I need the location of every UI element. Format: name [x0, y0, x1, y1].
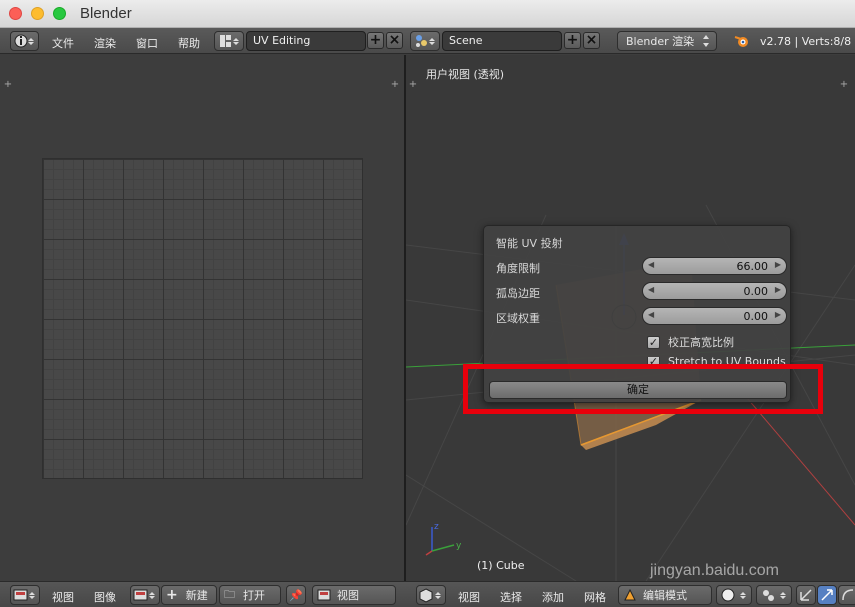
add-scene-icon[interactable]: + [564, 32, 581, 49]
3d-menu-view[interactable]: 视图 [458, 589, 480, 605]
island-margin-value: 0.00 [743, 285, 769, 298]
dropdown-arrows-icon [703, 35, 709, 47]
pivot-point-icon [763, 590, 786, 601]
new-image-label: 新建 [185, 589, 208, 602]
new-image-button[interactable]: + 新建 [161, 585, 217, 605]
angle-limit-value: 66.00 [736, 260, 769, 273]
window-title: Blender [80, 5, 132, 22]
translate-arrow-icon [821, 589, 833, 601]
open-image-label: 打开 [243, 589, 265, 602]
pivot-dropdown[interactable] [756, 585, 792, 605]
svg-text:y: y [456, 541, 462, 551]
pin-icon: 📌 [289, 588, 303, 602]
info-icon [14, 34, 34, 48]
increment-arrow-icon[interactable]: ▶ [775, 310, 781, 319]
uv-editor-type-button[interactable] [10, 585, 40, 605]
correct-aspect-label: 校正高宽比例 [668, 336, 734, 349]
3d-editor-type-button[interactable] [416, 585, 446, 605]
screen-layout-menu-button[interactable] [214, 31, 244, 51]
3d-menu-add[interactable]: 添加 [542, 589, 564, 605]
stretch-to-bounds-label: Stretch to UV Bounds [668, 357, 786, 366]
layout-grid-icon [220, 35, 239, 47]
close-window-button[interactable] [9, 7, 22, 20]
editor-footers: 视图 图像 + 新建 🗀 打开 📌 视图 视图 选择 添加 网格 编辑模式 [0, 581, 855, 607]
cube-icon [419, 588, 441, 603]
open-image-button[interactable]: 🗀 打开 [219, 585, 281, 605]
angle-limit-field[interactable]: ◀ 66.00 ▶ [642, 257, 787, 275]
checkmark-icon[interactable]: ✓ [647, 357, 660, 366]
window-titlebar: Blender [0, 0, 855, 28]
viewport-view-label: 用户视图 (透视) [426, 68, 505, 81]
uv-menu-view[interactable]: 视图 [52, 589, 74, 605]
info-header: 文件 渲染 窗口 帮助 UV Editing + × Scene + × Ble… [0, 28, 855, 54]
uv-view-label: 视图 [337, 589, 359, 602]
image-view-icon [317, 589, 331, 601]
svg-text:z: z [434, 522, 439, 532]
solid-shading-icon [721, 588, 746, 602]
checkmark-icon[interactable]: ✓ [647, 335, 660, 349]
island-margin-field[interactable]: ◀ 0.00 ▶ [642, 282, 787, 300]
menu-render[interactable]: 渲染 [94, 35, 116, 51]
mode-label: 编辑模式 [643, 589, 687, 602]
menu-window[interactable]: 窗口 [136, 35, 158, 51]
area-weight-label: 区域权重 [496, 312, 540, 325]
folder-icon: 🗀 [224, 587, 235, 601]
smart-uv-project-panel: 智能 UV 投射 角度限制 ◀ 66.00 ▶ 孤岛边距 ◀ 0.00 ▶ 区域… [483, 225, 791, 403]
area-split-plus-icon[interactable]: + [408, 80, 418, 90]
uv-menu-image[interactable]: 图像 [94, 589, 116, 605]
angle-limit-label: 角度限制 [496, 262, 540, 275]
blender-logo-icon [734, 36, 748, 47]
rotate-manipulator-button[interactable] [838, 585, 855, 605]
render-engine-label: Blender 渲染 [626, 35, 695, 48]
rotate-icon [842, 589, 854, 601]
delete-screen-icon[interactable]: × [386, 32, 403, 49]
scene-menu-button[interactable] [410, 31, 440, 51]
area-weight-field[interactable]: ◀ 0.00 ▶ [642, 307, 787, 325]
editor-type-button[interactable] [10, 31, 39, 51]
decrement-arrow-icon[interactable]: ◀ [648, 310, 654, 319]
stretch-to-bounds-checkbox-row[interactable]: ✓ Stretch to UV Bounds [647, 357, 786, 366]
manipulator-toggle[interactable] [796, 585, 816, 605]
minimize-window-button[interactable] [31, 7, 44, 20]
edit-mode-icon [624, 588, 636, 601]
delete-scene-icon[interactable]: × [583, 32, 600, 49]
render-engine-dropdown[interactable]: Blender 渲染 [617, 31, 717, 51]
image-editor-icon [13, 589, 35, 601]
confirm-button[interactable]: 确定 [489, 381, 787, 399]
maximize-window-button[interactable] [53, 7, 66, 20]
add-screen-icon[interactable]: + [367, 32, 384, 49]
3d-menu-mesh[interactable]: 网格 [584, 589, 606, 605]
panel-title: 智能 UV 投射 [496, 237, 563, 250]
island-margin-label: 孤岛边距 [496, 287, 540, 300]
screen-layout-field[interactable]: UV Editing [246, 31, 366, 51]
scene-field[interactable]: Scene [442, 31, 562, 51]
menu-file[interactable]: 文件 [52, 35, 74, 51]
decrement-arrow-icon[interactable]: ◀ [648, 285, 654, 294]
correct-aspect-checkbox-row[interactable]: ✓ 校正高宽比例 [647, 334, 734, 350]
area-split-plus-icon[interactable]: + [839, 80, 849, 90]
3d-menu-select[interactable]: 选择 [500, 589, 522, 605]
uv-grid-canvas[interactable] [42, 158, 363, 479]
uv-view-dropdown[interactable]: 视图 [312, 585, 396, 605]
manipulator-icon [800, 589, 812, 601]
shading-dropdown[interactable] [716, 585, 752, 605]
viewport-object-label: (1) Cube [477, 559, 525, 572]
increment-arrow-icon[interactable]: ▶ [775, 260, 781, 269]
uv-image-editor[interactable]: + + [0, 55, 404, 581]
status-info: v2.78 | Verts:8/8 | [760, 35, 855, 48]
area-weight-value: 0.00 [743, 310, 769, 323]
menu-help[interactable]: 帮助 [178, 35, 200, 51]
image-browse-button[interactable] [130, 585, 160, 605]
watermark: jingyan.baidu.com [650, 562, 779, 579]
increment-arrow-icon[interactable]: ▶ [775, 285, 781, 294]
pin-button[interactable]: 📌 [286, 585, 306, 605]
mode-dropdown[interactable]: 编辑模式 [618, 585, 712, 605]
translate-manipulator-button[interactable] [817, 585, 837, 605]
area-split-plus-icon[interactable]: + [3, 80, 13, 90]
scene-icon [416, 35, 435, 47]
image-browse-icon [133, 589, 155, 601]
area-split-plus-icon[interactable]: + [390, 80, 400, 90]
decrement-arrow-icon[interactable]: ◀ [648, 260, 654, 269]
plus-icon: + [166, 587, 178, 603]
